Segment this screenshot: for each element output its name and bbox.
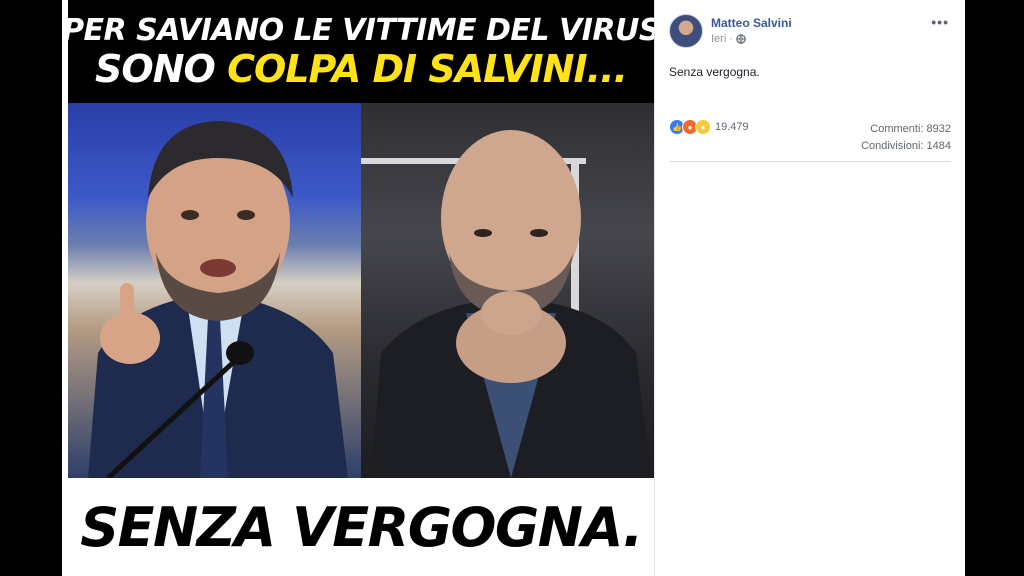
post-text: Senza vergogna. [669, 65, 760, 79]
headline-line-2-yellow: colpa di Salvini... [227, 46, 628, 91]
separator-dot: · [729, 33, 733, 45]
post-meta: Ieri · [711, 33, 746, 45]
divider [669, 161, 951, 162]
photo-right-portrait [361, 103, 654, 478]
globe-icon[interactable] [736, 34, 746, 44]
more-options-icon[interactable]: ••• [931, 14, 949, 30]
avatar[interactable] [669, 14, 703, 48]
photo-right-illustration [361, 130, 651, 478]
post-details-panel: Matteo Salvini Ieri · ••• Senza vergogna… [654, 0, 965, 576]
photo-left-speaker [68, 103, 361, 478]
post-image[interactable]: Per Saviano le vittime del virus Sono co… [62, 0, 660, 576]
photos-collage [68, 103, 654, 478]
author-name-link[interactable]: Matteo Salvini [711, 16, 792, 30]
reactions-summary[interactable]: 👍 ● ● 19.479 [669, 119, 749, 135]
bottom-caption: Senza vergogna. [80, 495, 643, 559]
bottom-caption-banner: Senza vergogna. [68, 478, 654, 576]
comments-count-link[interactable]: Commenti: 8932 [861, 121, 951, 138]
reactions-count: 19.479 [715, 121, 749, 133]
headline-line-2-white: Sono [95, 46, 228, 91]
shares-count-link[interactable]: Condivisioni: 1484 [861, 138, 951, 155]
photo-left-illustration [88, 121, 348, 478]
haha-reaction-icon: ● [695, 119, 711, 135]
post-header: Matteo Salvini Ieri · ••• [669, 14, 953, 54]
post-stats: Commenti: 8932 Condivisioni: 1484 [861, 121, 951, 155]
headline-line-1: Per Saviano le vittime del virus [62, 12, 660, 48]
post-time-link[interactable]: Ieri [711, 33, 726, 45]
headline-banner: Per Saviano le vittime del virus Sono co… [62, 0, 660, 103]
headline-line-2: Sono colpa di Salvini... [95, 46, 628, 91]
